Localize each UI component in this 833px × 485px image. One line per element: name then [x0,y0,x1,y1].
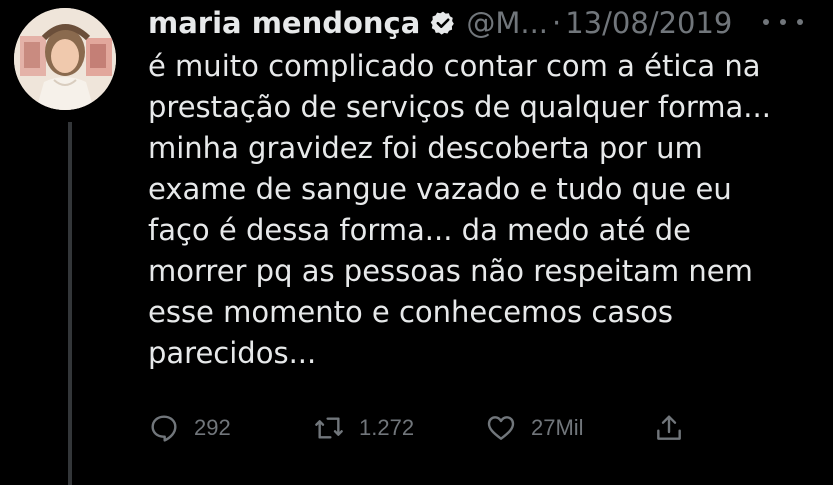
more-dot [780,19,786,25]
author-handle[interactable]: @M... [466,6,548,40]
share-button[interactable] [653,408,685,448]
tweet-header: maria mendonça @M... · 13/08/2019 [148,3,732,43]
retweet-count: 1.272 [359,415,415,440]
more-icon[interactable] [763,8,803,36]
more-dot [797,19,803,25]
heart-icon [487,416,515,440]
author-name[interactable]: maria mendonça [148,6,420,40]
tweet-date[interactable]: 13/08/2019 [565,6,732,40]
reply-icon [151,415,177,442]
retweet-icon [315,417,343,439]
tweet-text: é muito complicado contar com a ética na… [148,49,771,370]
share-icon [657,415,681,440]
separator: · [552,6,562,40]
reply-button[interactable]: 292 [148,408,231,448]
avatar[interactable] [14,8,116,110]
verified-badge-icon [430,10,456,36]
more-dot [763,19,769,25]
tweet-actions: 292 1.272 27Mil [148,408,708,448]
like-button[interactable]: 27Mil [485,408,584,448]
retweet-button[interactable]: 1.272 [313,408,414,448]
like-count: 27Mil [531,415,584,440]
reply-count: 292 [194,415,231,440]
thread-line [68,122,72,485]
